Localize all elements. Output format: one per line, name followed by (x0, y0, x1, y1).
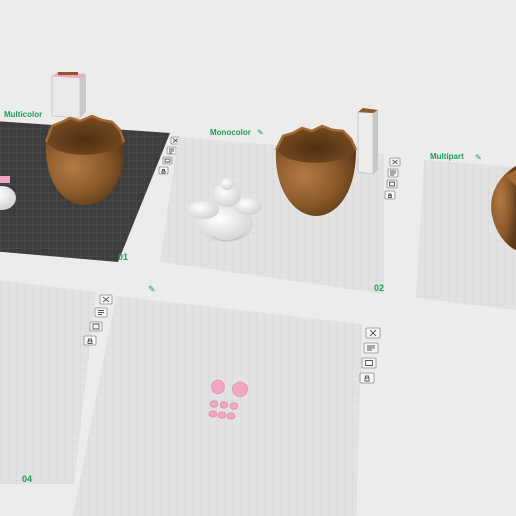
lock-icon[interactable] (158, 166, 169, 175)
tower-model[interactable] (51, 72, 86, 119)
pencil-icon[interactable]: ✎ (257, 128, 264, 137)
close-icon[interactable] (99, 294, 113, 305)
pencil-icon[interactable]: ✎ (148, 284, 156, 294)
3d-build-plate-viewport[interactable]: Multicolor 01 Monocolor ✎ 02 Multipart ✎… (0, 0, 516, 516)
settings-icon[interactable] (361, 357, 377, 369)
plate-label[interactable]: Multipart (430, 152, 464, 161)
pencil-icon[interactable]: ✎ (475, 153, 482, 162)
close-icon[interactable] (365, 327, 381, 339)
tower-model[interactable] (357, 108, 378, 175)
settings-icon[interactable] (162, 156, 173, 165)
plate-label[interactable]: Monocolor (210, 128, 251, 137)
plate-number: 02 (374, 283, 384, 293)
settings-icon[interactable] (386, 179, 398, 189)
arrange-icon[interactable] (166, 146, 177, 155)
lock-icon[interactable] (384, 190, 396, 200)
plate-number: 04 (22, 474, 32, 484)
lock-icon[interactable] (83, 335, 97, 346)
lock-icon[interactable] (359, 372, 375, 384)
arrange-icon[interactable] (363, 342, 379, 354)
plate-number: 01 (118, 252, 128, 262)
arrange-icon[interactable] (94, 307, 108, 318)
settings-icon[interactable] (89, 321, 103, 332)
plate-05[interactable]: ✎ (70, 284, 381, 516)
arrange-icon[interactable] (387, 168, 399, 178)
plate-label[interactable]: Multicolor (4, 110, 42, 119)
close-icon[interactable] (389, 157, 401, 167)
